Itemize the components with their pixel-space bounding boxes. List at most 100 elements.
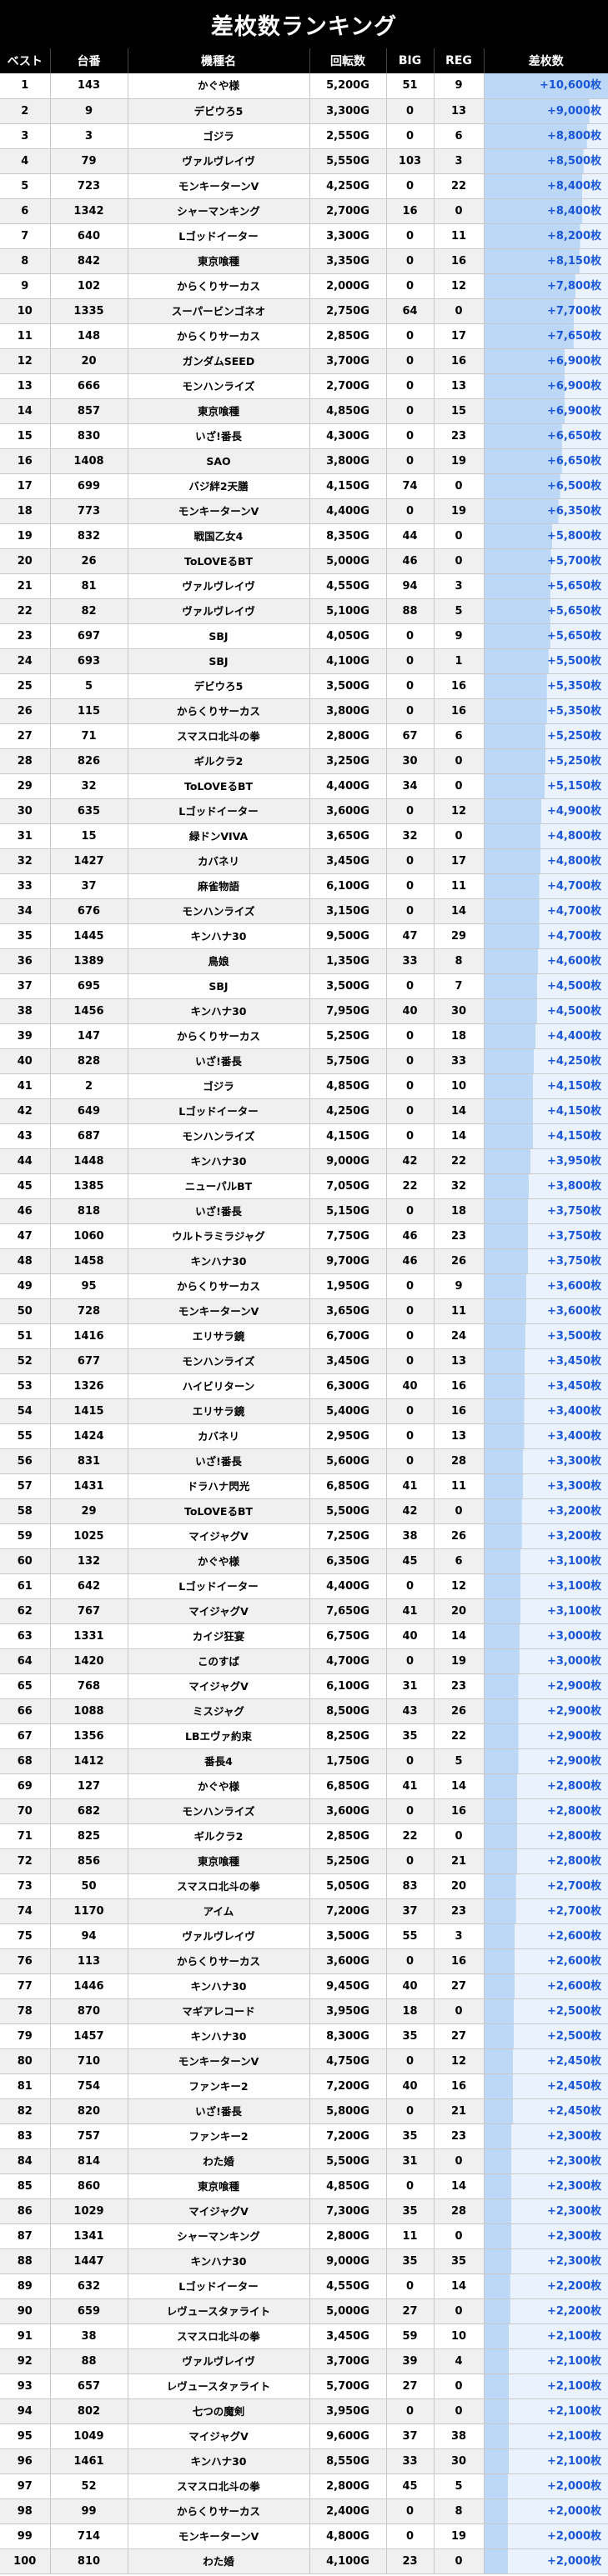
diff-cell: +2,300枚 <box>484 2248 608 2274</box>
table-row: 37 695 SBJ 3,500G 0 7 +4,500枚 <box>0 973 608 999</box>
rank-cell: 18 <box>0 498 51 524</box>
reg-count-cell: 0 <box>434 1998 485 2024</box>
spins-cell: 4,150G <box>309 473 387 499</box>
big-count-cell: 0 <box>386 2048 435 2074</box>
diff-cell: +3,300枚 <box>484 1448 608 1474</box>
spins-cell: 3,950G <box>309 1998 387 2024</box>
machine-no-cell: 682 <box>50 1798 128 1824</box>
machine-no-cell: 99 <box>50 2498 128 2524</box>
machine-name-cell: からくりサーカス <box>128 698 310 724</box>
reg-count-cell: 14 <box>434 2173 485 2199</box>
rank-cell: 62 <box>0 1598 51 1624</box>
rank-cell: 16 <box>0 448 51 474</box>
big-count-cell: 0 <box>386 2173 435 2199</box>
spins-cell: 4,100G <box>309 648 387 674</box>
machine-no-cell: 767 <box>50 1598 128 1624</box>
table-row: 73 50 スマスロ北斗の拳 5,050G 83 20 +2,700枚 <box>0 1873 608 1899</box>
machine-no-cell: 820 <box>50 2098 128 2124</box>
table-row: 81 754 ファンキー2 7,200G 40 16 +2,450枚 <box>0 2073 608 2099</box>
rank-cell: 75 <box>0 1923 51 1949</box>
diff-cell: +4,150枚 <box>484 1098 608 1124</box>
big-count-cell: 37 <box>386 2423 435 2449</box>
diff-cell: +2,450枚 <box>484 2073 608 2099</box>
diff-cell: +3,500枚 <box>484 1323 608 1349</box>
rank-cell: 87 <box>0 2223 51 2249</box>
reg-count-cell: 35 <box>434 2248 485 2274</box>
rank-cell: 15 <box>0 423 51 449</box>
machine-name-cell: Lゴッドイーター <box>128 798 310 824</box>
diff-cell: +4,700枚 <box>484 923 608 949</box>
machine-name-cell: ヴァルヴレイヴ <box>128 2348 310 2374</box>
header-rank: ベスト <box>0 48 51 73</box>
machine-no-cell: 147 <box>50 1023 128 1049</box>
machine-no-cell: 757 <box>50 2123 128 2149</box>
reg-count-cell: 3 <box>434 148 485 174</box>
spins-cell: 9,500G <box>309 923 387 949</box>
big-count-cell: 0 <box>386 673 435 699</box>
table-row: 6 1342 シャーマンキング 2,700G 16 0 +8,400枚 <box>0 198 608 224</box>
machine-name-cell: エリサラ鏡 <box>128 1323 310 1349</box>
diff-cell: +7,700枚 <box>484 298 608 324</box>
machine-no-cell: 1415 <box>50 1398 128 1424</box>
diff-cell: +6,900枚 <box>484 398 608 424</box>
machine-no-cell: 714 <box>50 2523 128 2549</box>
machine-name-cell: ギルクラ2 <box>128 748 310 774</box>
table-row: 62 767 マイジャグV 7,650G 41 20 +3,100枚 <box>0 1598 608 1624</box>
ranking-table: ベスト 台番 機種名 回転数 BIG REG 差枚数 1 143 かぐや様 5,200… <box>0 48 608 2574</box>
machine-name-cell: ガンダムSEED <box>128 348 310 374</box>
big-count-cell: 94 <box>386 573 435 599</box>
machine-name-cell: シャーマンキング <box>128 198 310 224</box>
reg-count-cell: 22 <box>434 1723 485 1749</box>
spins-cell: 5,050G <box>309 1873 387 1899</box>
rank-cell: 25 <box>0 673 51 699</box>
diff-cell: +5,650枚 <box>484 623 608 649</box>
machine-no-cell: 728 <box>50 1298 128 1324</box>
spins-cell: 4,850G <box>309 1073 387 1099</box>
spins-cell: 9,600G <box>309 2423 387 2449</box>
machine-name-cell: わた婚 <box>128 2548 310 2574</box>
big-count-cell: 40 <box>386 2073 435 2099</box>
machine-no-cell: 773 <box>50 498 128 524</box>
rank-cell: 1 <box>0 73 51 99</box>
machine-no-cell: 1408 <box>50 448 128 474</box>
reg-count-cell: 27 <box>434 1973 485 1999</box>
diff-cell: +2,000枚 <box>484 2498 608 2524</box>
table-row: 69 127 かぐや様 6,850G 41 14 +2,800枚 <box>0 1773 608 1799</box>
diff-cell: +3,400枚 <box>484 1398 608 1424</box>
big-count-cell: 46 <box>386 548 435 574</box>
machine-name-cell: デビウろ5 <box>128 98 310 124</box>
rank-cell: 93 <box>0 2373 51 2399</box>
rank-cell: 42 <box>0 1098 51 1124</box>
table-row: 25 5 デビウろ5 3,500G 0 16 +5,350枚 <box>0 673 608 699</box>
spins-cell: 3,700G <box>309 2348 387 2374</box>
machine-no-cell: 3 <box>50 123 128 149</box>
spins-cell: 6,700G <box>309 1323 387 1349</box>
machine-name-cell: ヴァルヴレイヴ <box>128 148 310 174</box>
big-count-cell: 0 <box>386 1948 435 1974</box>
rank-cell: 64 <box>0 1648 51 1674</box>
reg-count-cell: 8 <box>434 2498 485 2524</box>
table-row: 13 666 モンハンライズ 2,700G 0 13 +6,900枚 <box>0 373 608 399</box>
diff-cell: +5,250枚 <box>484 748 608 774</box>
machine-no-cell: 1331 <box>50 1623 128 1649</box>
reg-count-cell: 0 <box>434 548 485 574</box>
big-count-cell: 0 <box>386 123 435 149</box>
diff-cell: +4,500枚 <box>484 998 608 1024</box>
rank-cell: 14 <box>0 398 51 424</box>
diff-cell: +4,600枚 <box>484 948 608 974</box>
machine-no-cell: 79 <box>50 148 128 174</box>
reg-count-cell: 14 <box>434 1623 485 1649</box>
big-count-cell: 44 <box>386 523 435 549</box>
diff-cell: +3,400枚 <box>484 1423 608 1449</box>
big-count-cell: 83 <box>386 1873 435 1899</box>
diff-cell: +2,450枚 <box>484 2048 608 2074</box>
spins-cell: 6,850G <box>309 1473 387 1499</box>
reg-count-cell: 16 <box>434 2073 485 2099</box>
big-count-cell: 11 <box>386 2223 435 2249</box>
rank-cell: 13 <box>0 373 51 399</box>
machine-name-cell: カバネリ <box>128 1423 310 1449</box>
big-count-cell: 0 <box>386 223 435 249</box>
big-count-cell: 103 <box>386 148 435 174</box>
table-row: 49 95 からくりサーカス 1,950G 0 9 +3,600枚 <box>0 1273 608 1299</box>
diff-cell: +6,900枚 <box>484 373 608 399</box>
